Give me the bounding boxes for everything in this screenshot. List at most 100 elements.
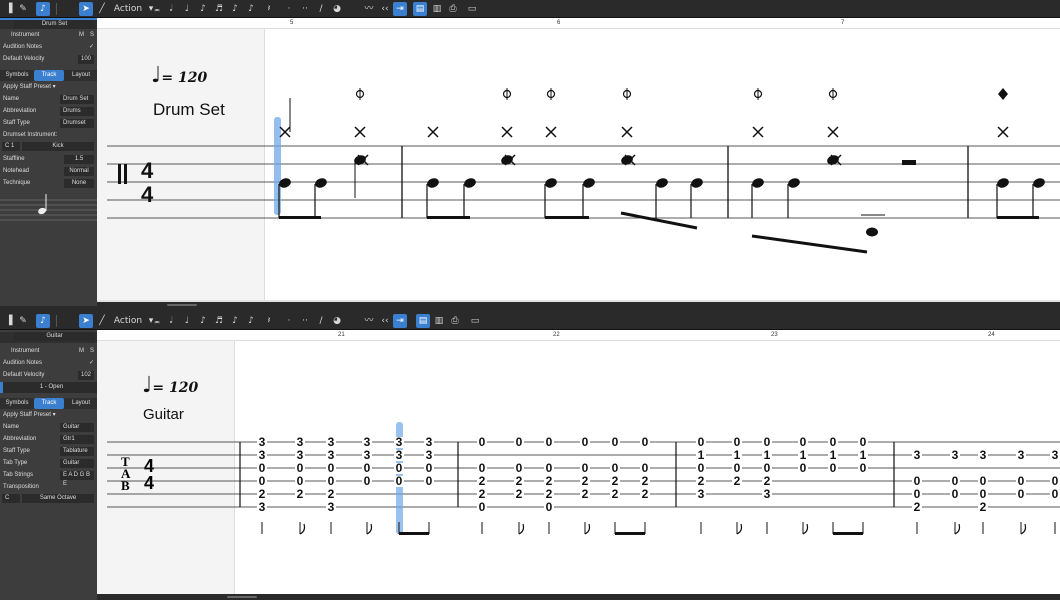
keyboard-icon[interactable]: ▭ (465, 2, 479, 16)
fret-number: 3 (764, 487, 771, 501)
tie-icon[interactable]: ◕ (330, 2, 344, 16)
drum-score-area[interactable]: 5 6 7 ♩= 120 Drum Set 4 4 (97, 18, 1060, 300)
tie-icon[interactable]: ◕ (330, 314, 344, 328)
tab-track[interactable]: Track (34, 70, 64, 81)
transpose-key-select[interactable]: C (2, 494, 20, 503)
pencil-tool-icon[interactable]: ╱ (95, 314, 109, 328)
note-eighth-icon[interactable]: ♪ (196, 314, 210, 328)
staff-type-select[interactable]: Tablature (60, 447, 94, 456)
fret-number: 3 (328, 435, 335, 449)
tab-type-select[interactable]: Guitar (60, 459, 94, 468)
pointer-tool-icon[interactable]: ➤ (79, 314, 93, 328)
name-field[interactable]: Drum Set (60, 95, 94, 104)
edit-icon[interactable]: ✎ (16, 314, 30, 328)
note-double-whole-icon[interactable]: 𝅜 (150, 2, 164, 16)
staffline-field[interactable]: 1.5 (64, 155, 94, 164)
rest-icon[interactable]: 𝄽 (262, 314, 276, 328)
step-input-button[interactable]: ⇥ (393, 314, 407, 328)
dot-icon[interactable]: · (282, 2, 296, 16)
pencil-tool-icon[interactable]: ╱ (95, 2, 109, 16)
double-dot-icon[interactable]: ·· (298, 314, 312, 328)
rest-icon[interactable]: 𝄽 (262, 2, 276, 16)
fret-number: 3 (259, 448, 266, 462)
action-menu[interactable]: Action (112, 2, 144, 16)
apply-staff-preset[interactable]: Apply Staff Preset ▾ (0, 82, 97, 93)
print-icon[interactable]: ▥ (432, 314, 446, 328)
instrument-label: Instrument (11, 32, 40, 38)
export-icon[interactable]: ⎙ (446, 2, 460, 16)
mute-button[interactable]: M (79, 346, 84, 357)
mute-button[interactable]: M (79, 30, 84, 41)
note-double-whole-icon[interactable]: 𝅜 (150, 314, 164, 328)
apply-staff-preset[interactable]: Apply Staff Preset ▾ (0, 410, 97, 421)
wave-icon[interactable]: 〰 (362, 314, 376, 328)
staff-type-select[interactable]: Drumset (60, 119, 94, 128)
wave-icon[interactable]: 〰 (362, 2, 376, 16)
solo-button[interactable]: S (90, 30, 94, 41)
fret-number: 3 (426, 435, 433, 449)
note-quarter-icon[interactable]: ♩ (180, 314, 194, 328)
tuplet-icon[interactable]: ∕ (314, 2, 328, 16)
kit-piece-select[interactable]: Kick (22, 142, 94, 151)
fret-number: 2 (642, 487, 649, 501)
tab-symbols[interactable]: Symbols (2, 398, 32, 409)
tab-symbols[interactable]: Symbols (2, 70, 32, 81)
fret-number: 3 (259, 500, 266, 514)
name-field[interactable]: Guitar (60, 423, 94, 432)
export-icon[interactable]: ⎙ (448, 314, 462, 328)
track-name-field[interactable]: Drum Set (14, 20, 95, 29)
note-half-icon[interactable]: 𝅗𝅥 (164, 314, 178, 328)
velocity-field[interactable]: 102 (77, 371, 94, 380)
note-eighth-icon[interactable]: ♪ (196, 2, 210, 16)
note-half-icon[interactable]: 𝅗𝅥 (164, 2, 178, 16)
fret-number: 0 (764, 461, 771, 475)
guitar-horizontal-scrollbar[interactable] (97, 594, 1060, 600)
print-icon[interactable]: ▥ (430, 2, 444, 16)
tuning-select[interactable]: 1 - Open (0, 382, 97, 393)
page-view-button[interactable]: ▤ (416, 314, 430, 328)
tab-layout[interactable]: Layout (66, 398, 96, 409)
note-quarter-icon[interactable]: ♩ (180, 2, 194, 16)
score-view-button[interactable]: ♪ (36, 314, 50, 328)
track-name-field[interactable]: Guitar (14, 332, 95, 341)
step-back-icon[interactable]: ‹‹ (378, 314, 392, 328)
notehead-select[interactable]: Normal (64, 167, 94, 176)
mixer-icon[interactable]: ▐ (2, 2, 16, 16)
fret-number: 2 (582, 474, 589, 488)
technique-select[interactable]: None (64, 179, 94, 188)
score-view-button[interactable]: ♪ (36, 2, 50, 16)
note-sixteenth-icon[interactable]: ♬ (212, 2, 226, 16)
keyboard-icon[interactable]: ▭ (468, 314, 482, 328)
tab-strings-field[interactable]: E A D G B E (60, 471, 94, 487)
solo-button[interactable]: S (90, 346, 94, 357)
note-64th-icon[interactable]: ♪ (244, 2, 258, 16)
velocity-field[interactable]: 100 (77, 55, 94, 64)
note-sixteenth-icon[interactable]: ♬ (212, 314, 226, 328)
fret-number: 0 (642, 435, 649, 449)
tab-track[interactable]: Track (34, 398, 64, 409)
step-back-icon[interactable]: ‹‹ (378, 2, 392, 16)
edit-icon[interactable]: ✎ (16, 2, 30, 16)
audition-checkbox[interactable]: ✓ (89, 358, 94, 369)
tuplet-icon[interactable]: ∕ (314, 314, 328, 328)
abbreviation-field[interactable]: Drums (60, 107, 94, 116)
guitar-score-area[interactable]: 21 22 23 24 ♩= 120 Guitar T A B 4 4 3300… (97, 330, 1060, 594)
dot-icon[interactable]: · (282, 314, 296, 328)
note-64th-icon[interactable]: ♪ (244, 314, 258, 328)
page-view-button[interactable]: ▤ (413, 2, 427, 16)
transpose-octave-select[interactable]: Same Octave (22, 494, 94, 503)
step-input-button[interactable]: ⇥ (393, 2, 407, 16)
audition-checkbox[interactable]: ✓ (89, 42, 94, 53)
note-32nd-icon[interactable]: ♪ (228, 2, 242, 16)
note-32nd-icon[interactable]: ♪ (228, 314, 242, 328)
tab-layout[interactable]: Layout (66, 70, 96, 81)
rhythm-flag (736, 523, 743, 535)
abbreviation-field[interactable]: Gtr1 (60, 435, 94, 444)
pitch-select[interactable]: C 1 (2, 142, 20, 151)
pointer-tool-icon[interactable]: ➤ (79, 2, 93, 16)
double-dot-icon[interactable]: ·· (298, 2, 312, 16)
kick-note (997, 178, 1009, 188)
mixer-icon[interactable]: ▐ (2, 314, 16, 328)
fret-number: 3 (1018, 448, 1025, 462)
action-menu[interactable]: Action (112, 314, 144, 328)
